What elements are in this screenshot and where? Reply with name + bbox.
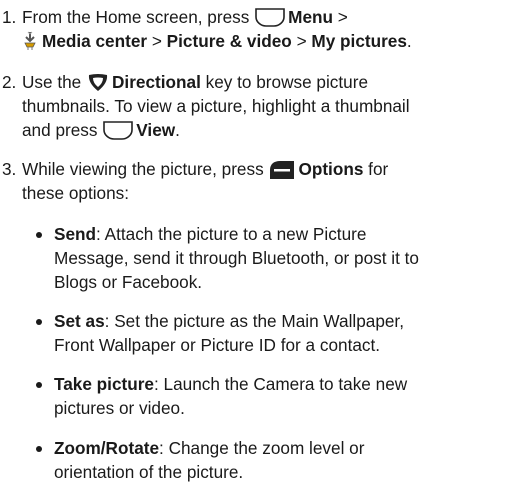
option-term: Send xyxy=(54,224,97,244)
directional-key-icon xyxy=(87,73,109,92)
bullet xyxy=(36,319,42,325)
step-number: 3. xyxy=(2,159,17,179)
right-soft-key-icon xyxy=(269,160,295,179)
option-term: Set as xyxy=(54,311,105,331)
picture-video-label: Picture & video xyxy=(166,31,292,51)
left-soft-key-icon xyxy=(255,8,285,27)
step-1-line-2: Media center > Picture & video > My pict… xyxy=(22,30,412,57)
step-3-line-1: While viewing the picture, press Options… xyxy=(22,159,389,179)
option-term: Zoom/Rotate xyxy=(54,438,160,458)
step-2-line-1: Use the Directional key to browse pictur… xyxy=(22,72,369,92)
view-key-label: View xyxy=(136,120,176,140)
media-center-icon xyxy=(22,31,38,57)
step-2-line-3: and press View. xyxy=(22,120,180,140)
bullet xyxy=(36,382,42,388)
menu-key-label: Menu xyxy=(288,7,333,27)
media-center-label: Media center xyxy=(42,31,148,51)
left-soft-key-icon xyxy=(103,121,134,140)
bullet xyxy=(36,232,42,238)
bullet xyxy=(36,446,42,452)
directional-key-label: Directional xyxy=(112,72,201,92)
option-term: Take picture xyxy=(54,374,154,394)
my-pictures-label: My pictures xyxy=(311,31,407,51)
step-number: 2. xyxy=(2,72,17,92)
step-3-line-2: these options: xyxy=(22,183,130,203)
step-1-line-1: From the Home screen, press Menu > xyxy=(22,7,348,27)
options-key-label: Options xyxy=(298,159,364,179)
step-2-line-2: thumbnails. To view a picture, highlight… xyxy=(22,96,410,116)
step-number: 1. xyxy=(2,7,17,27)
